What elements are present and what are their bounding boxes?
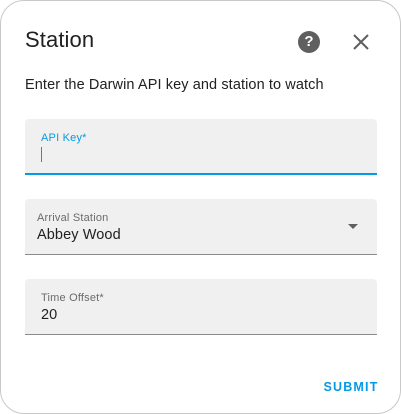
station-dialog: Station ? Enter the Darwin API key and s…: [0, 0, 401, 414]
time-offset-field[interactable]: Time Offset* 20: [25, 279, 377, 335]
arrival-station-select[interactable]: Arrival Station Abbey Wood: [25, 199, 377, 255]
close-icon[interactable]: [349, 30, 373, 54]
question-circle-icon[interactable]: ?: [298, 31, 320, 53]
dialog-title: Station: [25, 27, 95, 52]
time-offset-value: 20: [41, 307, 58, 323]
chevron-down-icon[interactable]: [348, 224, 358, 229]
time-offset-label: Time Offset*: [41, 292, 104, 304]
dialog-description: Enter the Darwin API key and station to …: [25, 77, 324, 93]
text-caret: [41, 147, 42, 162]
submit-button[interactable]: SUBMIT: [319, 373, 383, 401]
api-key-label: API Key*: [41, 132, 87, 144]
arrival-station-label: Arrival Station: [37, 212, 109, 224]
arrival-station-value: Abbey Wood: [37, 227, 121, 243]
api-key-field[interactable]: API Key*: [25, 119, 377, 175]
